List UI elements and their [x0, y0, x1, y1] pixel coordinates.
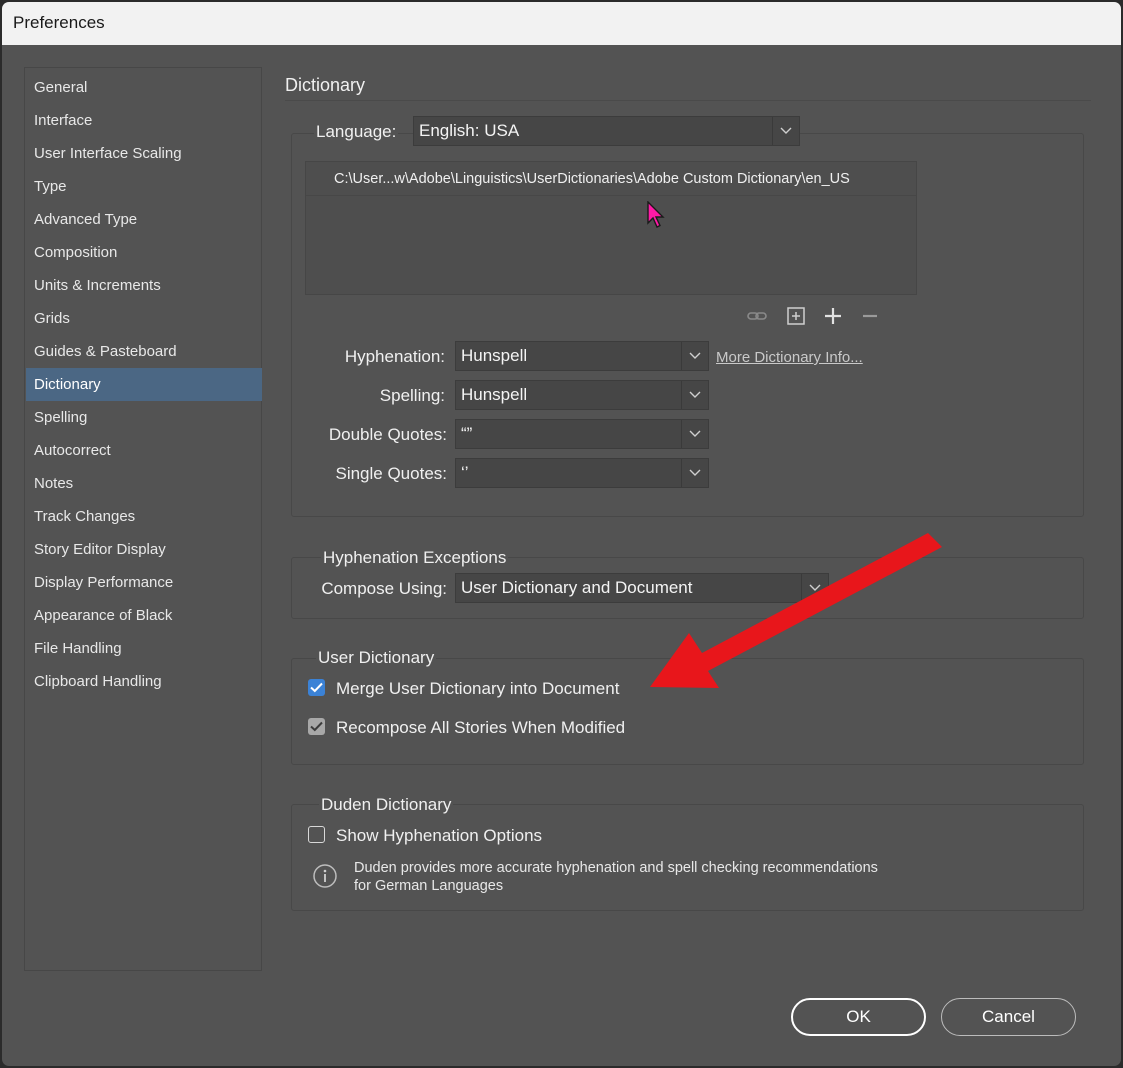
sidebar-item-notes[interactable]: Notes	[26, 467, 262, 500]
sidebar-item-track-changes[interactable]: Track Changes	[26, 500, 262, 533]
sidebar-item-composition[interactable]: Composition	[26, 236, 262, 269]
language-dropdown[interactable]: English: USA	[413, 116, 800, 146]
dictionary-list[interactable]: C:\User...w\Adobe\Linguistics\UserDictio…	[305, 161, 917, 295]
list-item[interactable]: C:\User...w\Adobe\Linguistics\UserDictio…	[306, 162, 916, 196]
compose-using-dropdown[interactable]: User Dictionary and Document	[455, 573, 829, 603]
preferences-dialog: Preferences General Interface User Inter…	[2, 2, 1121, 1066]
sidebar-item-advanced-type[interactable]: Advanced Type	[26, 203, 262, 236]
compose-using-label: Compose Using:	[321, 579, 447, 598]
sidebar-item-units-increments[interactable]: Units & Increments	[26, 269, 262, 302]
duden-dictionary-title: Duden Dictionary	[319, 795, 454, 815]
sidebar-item-type[interactable]: Type	[26, 170, 262, 203]
divider	[285, 100, 1091, 101]
user-dictionary-group	[291, 658, 1084, 765]
info-icon	[313, 864, 337, 888]
recompose-stories-label: Recompose All Stories When Modified	[336, 718, 626, 737]
double-quotes-dropdown[interactable]: “”	[455, 419, 709, 449]
chevron-down-icon	[681, 420, 708, 448]
merge-user-dictionary-label: Merge User Dictionary into Document	[336, 679, 620, 698]
compose-using-value: User Dictionary and Document	[461, 578, 693, 597]
sidebar-item-autocorrect[interactable]: Autocorrect	[26, 434, 262, 467]
sidebar-item-display-performance[interactable]: Display Performance	[26, 566, 262, 599]
sidebar-item-spelling[interactable]: Spelling	[26, 401, 262, 434]
sidebar: General Interface User Interface Scaling…	[24, 67, 262, 971]
single-quotes-dropdown[interactable]: ‘’	[455, 458, 709, 488]
sidebar-item-story-editor-display[interactable]: Story Editor Display	[26, 533, 262, 566]
sidebar-item-general[interactable]: General	[26, 71, 262, 104]
more-dictionary-info-link[interactable]: More Dictionary Info...	[716, 349, 863, 366]
chevron-down-icon	[681, 381, 708, 409]
chevron-down-icon	[772, 117, 799, 145]
recompose-stories-checkbox[interactable]	[308, 718, 325, 735]
merge-user-dictionary-checkbox[interactable]	[308, 679, 325, 696]
show-hyphenation-options-label: Show Hyphenation Options	[336, 826, 543, 845]
ok-button[interactable]: OK	[791, 998, 926, 1036]
hyphenation-label: Hyphenation:	[344, 347, 445, 366]
page-title: Dictionary	[285, 75, 366, 95]
new-dictionary-icon[interactable]	[785, 305, 807, 327]
user-dictionary-title: User Dictionary	[316, 648, 437, 668]
sidebar-item-clipboard-handling[interactable]: Clipboard Handling	[26, 665, 262, 698]
chevron-down-icon	[801, 574, 828, 602]
hyphenation-exceptions-title: Hyphenation Exceptions	[321, 548, 509, 568]
sidebar-item-grids[interactable]: Grids	[26, 302, 262, 335]
chevron-down-icon	[681, 459, 708, 487]
hyphenation-value: Hunspell	[461, 346, 528, 365]
spelling-value: Hunspell	[461, 385, 528, 404]
sidebar-item-user-interface-scaling[interactable]: User Interface Scaling	[26, 137, 262, 170]
language-value: English: USA	[419, 121, 520, 140]
remove-icon[interactable]	[859, 305, 881, 327]
sidebar-item-guides-pasteboard[interactable]: Guides & Pasteboard	[26, 335, 262, 368]
sidebar-item-file-handling[interactable]: File Handling	[26, 632, 262, 665]
mouse-cursor-icon	[647, 201, 665, 228]
duden-info-line-2: for German Languages	[354, 878, 504, 894]
link-icon[interactable]	[746, 305, 768, 327]
sidebar-item-appearance-of-black[interactable]: Appearance of Black	[26, 599, 262, 632]
sidebar-item-dictionary[interactable]: Dictionary	[26, 368, 262, 401]
chevron-down-icon	[681, 342, 708, 370]
language-label: Language:	[314, 122, 399, 142]
single-quotes-value: ‘’	[461, 463, 469, 482]
spelling-label: Spelling:	[379, 386, 445, 405]
title-bar: Preferences	[2, 2, 1121, 45]
add-icon[interactable]	[822, 305, 844, 327]
cancel-button[interactable]: Cancel	[941, 998, 1076, 1036]
hyphenation-dropdown[interactable]: Hunspell	[455, 341, 709, 371]
double-quotes-label: Double Quotes:	[328, 425, 447, 444]
duden-info-line-1: Duden provides more accurate hyphenation…	[354, 860, 878, 876]
show-hyphenation-options-checkbox[interactable]	[308, 826, 325, 843]
double-quotes-value: “”	[461, 424, 473, 443]
spelling-dropdown[interactable]: Hunspell	[455, 380, 709, 410]
window-title: Preferences	[13, 13, 105, 32]
sidebar-item-interface[interactable]: Interface	[26, 104, 262, 137]
single-quotes-label: Single Quotes:	[335, 464, 447, 483]
